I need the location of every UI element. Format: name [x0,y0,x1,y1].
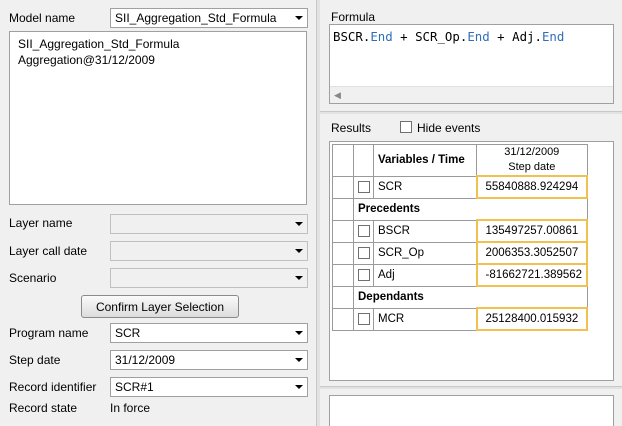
row-checkbox[interactable] [357,268,370,281]
variable-value[interactable]: 135497257.00861 [475,219,589,243]
model-name-label: Model name [9,11,76,25]
program-name-select[interactable]: SCR [110,323,308,343]
record-state-value: In force [110,401,151,415]
hide-events-checkbox[interactable] [400,121,412,133]
section-row: Precedents [332,197,588,221]
scenario-select[interactable] [110,268,308,288]
date-header-date: 31/12/2009 [504,146,560,158]
table-row[interactable]: SCR 55840888.924294 [332,175,589,199]
variable-value[interactable]: 25128400.015932 [475,307,589,331]
model-name-select[interactable]: SII_Aggregation_Std_Formula [110,8,308,28]
model-name-value: SII_Aggregation_Std_Formula [115,11,277,25]
chevron-down-icon[interactable] [290,378,307,396]
table-row[interactable]: BSCR 135497257.00861 [332,219,589,243]
variable-name: BSCR [373,219,477,243]
scenario-label: Scenario [9,271,57,285]
checkbox-header-cell [353,144,374,177]
variable-name: Adj [373,263,477,287]
record-identifier-label: Record identifier [9,380,97,394]
row-checkbox[interactable] [357,180,370,193]
step-date-value: 31/12/2009 [115,353,176,367]
hide-events-label: Hide events [417,121,481,135]
splitter[interactable] [316,0,320,426]
chevron-down-icon[interactable] [290,324,307,342]
scroll-left-icon[interactable]: ◀ [334,90,341,101]
chevron-down-icon[interactable] [290,242,307,260]
layer-call-date-label: Layer call date [9,244,88,258]
results-grid-area[interactable]: Variables / Time 31/12/2009 Step date SC… [329,141,614,381]
variable-name: MCR [373,307,477,331]
precedents-section-label: Precedents [353,197,588,221]
row-checkbox[interactable] [357,224,370,237]
layer-call-date-select[interactable] [110,241,308,261]
variable-name: SCR_Op [373,241,477,265]
list-item[interactable]: Aggregation@31/12/2009 [18,52,298,68]
chevron-down-icon[interactable] [290,215,307,233]
list-item[interactable]: SII_Aggregation_Std_Formula [18,36,298,52]
layer-name-label: Layer name [9,216,73,230]
date-column-header: 31/12/2009 Step date [476,144,588,177]
chevron-down-icon[interactable] [290,269,307,287]
chevron-down-icon[interactable] [290,9,307,27]
bottom-panel [329,395,614,426]
chevron-down-icon[interactable] [290,351,307,369]
confirm-layer-selection-button[interactable]: Confirm Layer Selection [81,295,239,318]
variable-value[interactable]: 55840888.924294 [475,175,589,199]
table-row[interactable]: Adj -81662721.389562 [332,263,589,287]
dependants-section-label: Dependants [353,285,588,309]
horizontal-scrollbar[interactable]: ◀ [330,86,613,103]
record-state-label: Record state [9,401,78,415]
results-label: Results [331,121,372,135]
variable-value[interactable]: -81662721.389562 [475,263,589,287]
row-header-cell [332,144,354,177]
variable-name: SCR [373,175,477,199]
model-list[interactable]: SII_Aggregation_Std_Formula Aggregation@… [9,31,307,205]
row-checkbox[interactable] [357,246,370,259]
date-header-caption: Step date [508,161,556,173]
table-header-row: Variables / Time 31/12/2009 Step date [332,144,588,177]
table-row[interactable]: MCR 25128400.015932 [332,307,589,331]
variables-time-header: Variables / Time [373,144,477,177]
bottom-splitter[interactable] [320,386,622,389]
section-row: Dependants [332,285,588,309]
step-date-select[interactable]: 31/12/2009 [110,350,308,370]
formula-editor[interactable]: BSCR.End + SCR_Op.End + Adj.End ◀ [329,24,614,104]
record-identifier-value: SCR#1 [115,380,154,394]
program-name-value: SCR [115,326,141,340]
formula-text[interactable]: BSCR.End + SCR_Op.End + Adj.End [333,29,564,44]
results-table: Variables / Time 31/12/2009 Step date SC… [332,144,589,331]
program-name-label: Program name [9,326,89,340]
step-date-label: Step date [9,353,61,367]
record-identifier-select[interactable]: SCR#1 [110,377,308,397]
horizontal-splitter[interactable] [320,111,622,114]
formula-label: Formula [331,10,376,24]
layer-name-select[interactable] [110,214,308,234]
table-row[interactable]: SCR_Op 2006353.3052507 [332,241,589,265]
row-checkbox[interactable] [357,312,370,325]
variable-value[interactable]: 2006353.3052507 [475,241,589,265]
